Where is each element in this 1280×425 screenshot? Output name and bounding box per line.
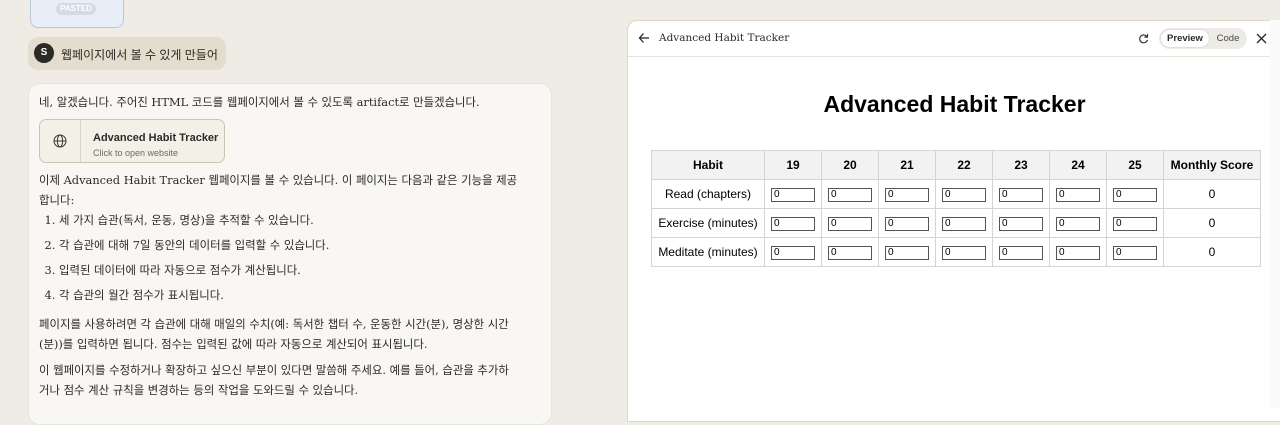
column-header: 21: [878, 150, 936, 180]
assistant-paragraph-2: 페이지를 사용하려면 각 습관에 대해 매일의 수치(예: 독서한 챕터 수, …: [39, 317, 509, 351]
day-value-input[interactable]: [1113, 245, 1157, 260]
list-item: 입력된 데이터에 따라 자동으로 점수가 계산됩니다.: [59, 260, 519, 285]
table-header-row: Habit 19 20 21 22 23 24 25 Monthly Score: [651, 150, 1261, 180]
day-value-input[interactable]: [1056, 245, 1100, 260]
day-value-input[interactable]: [885, 245, 929, 260]
list-item: 각 습관의 월간 점수가 표시됩니다.: [59, 285, 519, 310]
day-value-input[interactable]: [942, 245, 986, 260]
pasted-content-card[interactable]: PASTED: [30, 0, 124, 28]
column-header: Monthly Score: [1163, 150, 1261, 180]
column-header: 20: [821, 150, 879, 180]
column-header: 19: [764, 150, 822, 180]
monthly-score: 0: [1163, 179, 1261, 209]
view-toggle: Preview Code: [1159, 28, 1247, 49]
panel-header: Advanced Habit Tracker Preview Code: [628, 21, 1280, 57]
assistant-paragraph-1: 이제 Advanced Habit Tracker 웹페이지를 볼 수 있습니다…: [39, 173, 518, 207]
day-value-input[interactable]: [999, 187, 1043, 202]
monthly-score: 0: [1163, 208, 1261, 238]
column-header: 22: [935, 150, 993, 180]
column-header: 25: [1106, 150, 1164, 180]
table-row: Read (chapters) 0: [651, 179, 1261, 209]
day-value-input[interactable]: [771, 245, 815, 260]
table-row: Meditate (minutes) 0: [651, 237, 1261, 267]
monthly-score: 0: [1163, 237, 1261, 267]
day-value-input[interactable]: [1113, 216, 1157, 231]
assistant-paragraph-3: 이 웹페이지를 수정하거나 확장하고 싶으신 부분이 있다면 말씀해 주세요. …: [39, 363, 509, 397]
artifact-card[interactable]: Advanced Habit Tracker Click to open web…: [39, 119, 225, 163]
artifact-icon-box: [40, 120, 81, 162]
back-arrow-icon[interactable]: [638, 32, 650, 44]
day-value-input[interactable]: [1113, 187, 1157, 202]
day-value-input[interactable]: [885, 187, 929, 202]
list-item: 세 가지 습관(독서, 운동, 명상)을 추적할 수 있습니다.: [59, 210, 519, 235]
habit-table: Habit 19 20 21 22 23 24 25 Monthly Score…: [651, 150, 1261, 267]
day-value-input[interactable]: [1056, 187, 1100, 202]
day-value-input[interactable]: [1056, 216, 1100, 231]
column-header: Habit: [651, 150, 765, 180]
column-header: 24: [1049, 150, 1107, 180]
column-header: 23: [992, 150, 1050, 180]
habit-name: Read (chapters): [651, 179, 765, 209]
code-tab[interactable]: Code: [1211, 30, 1245, 47]
day-value-input[interactable]: [942, 216, 986, 231]
day-value-input[interactable]: [771, 216, 815, 231]
assistant-intro: 네, 알겠습니다. 주어진 HTML 코드를 웹페이지에서 볼 수 있도록 ar…: [39, 95, 480, 109]
panel-scrollbar[interactable]: [1270, 20, 1280, 408]
day-value-input[interactable]: [999, 216, 1043, 231]
habit-name: Exercise (minutes): [651, 208, 765, 238]
user-message: S 웹페이지에서 볼 수 있게 만들어: [28, 37, 226, 70]
close-icon[interactable]: [1256, 33, 1267, 44]
day-value-input[interactable]: [885, 216, 929, 231]
day-value-input[interactable]: [828, 245, 872, 260]
panel-title: Advanced Habit Tracker: [659, 32, 790, 44]
globe-icon: [53, 134, 67, 148]
artifact-subtitle: Click to open website: [93, 148, 179, 158]
assistant-message: 네, 알겠습니다. 주어진 HTML 코드를 웹페이지에서 볼 수 있도록 ar…: [28, 83, 552, 425]
list-item: 각 습관에 대해 7일 동안의 데이터를 입력할 수 있습니다.: [59, 235, 519, 260]
page-title: Advanced Habit Tracker: [823, 91, 1086, 117]
refresh-icon[interactable]: [1138, 33, 1149, 44]
day-value-input[interactable]: [828, 216, 872, 231]
feature-list: 세 가지 습관(독서, 운동, 명상)을 추적할 수 있습니다. 각 습관에 대…: [39, 210, 519, 310]
artifact-preview-panel: Advanced Habit Tracker Preview Code Adva…: [627, 20, 1280, 422]
day-value-input[interactable]: [771, 187, 815, 202]
day-value-input[interactable]: [942, 187, 986, 202]
table-row: Exercise (minutes) 0: [651, 208, 1261, 238]
avatar: S: [34, 43, 54, 63]
habit-name: Meditate (minutes): [651, 237, 765, 267]
preview-tab[interactable]: Preview: [1161, 30, 1209, 47]
day-value-input[interactable]: [828, 187, 872, 202]
user-message-text: 웹페이지에서 볼 수 있게 만들어: [61, 48, 218, 62]
pasted-badge: PASTED: [56, 3, 96, 15]
day-value-input[interactable]: [999, 245, 1043, 260]
